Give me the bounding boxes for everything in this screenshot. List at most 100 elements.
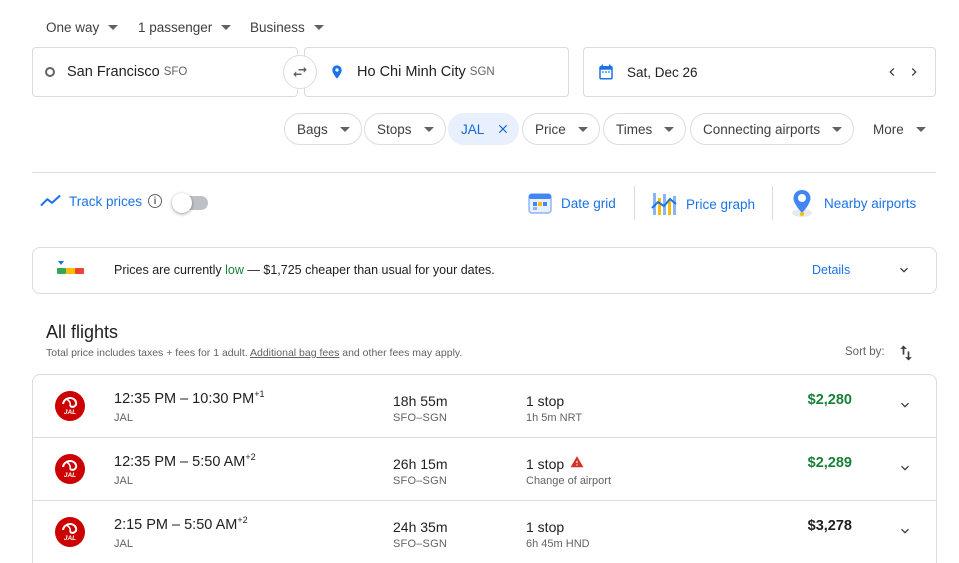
info-icon[interactable]: i — [148, 194, 163, 208]
price-graph-icon — [651, 193, 677, 215]
nearby-airports-button[interactable]: Nearby airports — [789, 188, 916, 218]
caret-down-icon — [313, 25, 324, 30]
chevron-down-icon[interactable] — [897, 523, 913, 539]
sort-icon — [900, 345, 912, 361]
destination-field[interactable]: Ho Chi Minh City SGN — [304, 47, 569, 97]
flight-row[interactable]: JAL 12:35 PM – 10:30 PM+1 JAL 18h 55m SF… — [33, 375, 936, 438]
flight-times: 12:35 PM – 5:50 AM+2 — [114, 452, 256, 470]
flight-times-text: 12:35 PM – 5:50 AM — [114, 454, 246, 470]
day-offset: +2 — [237, 515, 248, 525]
filter-bags-label: Bags — [297, 121, 328, 137]
cabin-class-select[interactable]: Business — [250, 16, 324, 38]
insight-prefix: Prices are currently — [114, 263, 226, 277]
date-grid-label: Date grid — [561, 195, 616, 211]
filter-more[interactable]: More — [860, 113, 938, 145]
previous-date-button[interactable] — [884, 64, 900, 80]
nearby-airports-icon — [792, 190, 812, 217]
divider — [32, 172, 936, 173]
caret-down-icon — [339, 127, 350, 132]
filter-airline-jal[interactable]: JAL — [448, 113, 520, 145]
flight-row[interactable]: JAL 2:15 PM – 5:50 AM+2 JAL 24h 35m SFO–… — [33, 501, 936, 563]
filter-connecting-airports[interactable]: Connecting airports — [690, 113, 855, 145]
airline-name: JAL — [114, 475, 133, 487]
sort-label: Sort by: — [845, 346, 885, 358]
airline-name: JAL — [114, 538, 133, 550]
flight-times: 12:35 PM – 10:30 PM+1 — [114, 389, 265, 407]
circle-origin-icon — [45, 67, 55, 77]
cabin-class-label: Business — [250, 19, 305, 35]
filter-price-label: Price — [535, 121, 566, 137]
flight-price: $3,278 — [807, 518, 852, 534]
location-pin-icon — [332, 65, 342, 79]
price-insight-text: Prices are currently low — $1,725 cheape… — [114, 263, 495, 277]
divider — [772, 186, 773, 220]
flight-price: $2,280 — [807, 392, 852, 408]
caret-down-icon — [915, 127, 926, 132]
stop-detail: 6h 45m HND — [526, 538, 590, 550]
details-link[interactable]: Details — [812, 263, 850, 277]
swap-airports-button[interactable] — [283, 55, 317, 89]
flight-duration: 24h 35m — [393, 519, 448, 535]
divider — [634, 186, 635, 220]
stops-count: 1 stop — [526, 393, 565, 409]
calendar-icon — [599, 64, 613, 80]
destination-city: Ho Chi Minh City — [357, 64, 466, 80]
date-grid-button[interactable]: Date grid — [527, 190, 616, 216]
stops-count: 1 stop — [526, 456, 565, 472]
track-prices[interactable]: Track prices i — [40, 193, 163, 209]
trip-type-label: One way — [46, 19, 100, 35]
price-note-prefix: Total price includes taxes + fees for 1 … — [46, 347, 250, 359]
origin-field[interactable]: San Francisco SFO — [32, 47, 298, 97]
passengers-select[interactable]: 1 passenger — [138, 16, 232, 38]
day-offset: +2 — [245, 452, 256, 462]
stop-detail: Change of airport — [526, 475, 611, 487]
filter-stops[interactable]: Stops — [364, 113, 446, 145]
svg-text:JAL: JAL — [64, 472, 76, 479]
filter-bags[interactable]: Bags — [284, 113, 362, 145]
filter-times[interactable]: Times — [603, 113, 687, 145]
sort-button[interactable] — [896, 343, 916, 363]
flight-duration: 26h 15m — [393, 456, 448, 472]
chevron-down-icon[interactable] — [896, 262, 912, 278]
chevron-right-icon — [911, 68, 917, 76]
caret-down-icon — [577, 127, 588, 132]
filter-airline-label: JAL — [461, 121, 485, 137]
chevron-down-icon[interactable] — [897, 460, 913, 476]
departure-date-field[interactable]: Sat, Dec 26 — [583, 47, 936, 97]
nearby-airports-label: Nearby airports — [824, 195, 917, 211]
caret-down-icon — [221, 25, 232, 30]
bag-fees-link[interactable]: Additional bag fees — [250, 347, 339, 359]
swap-icon — [293, 66, 307, 78]
remove-filter-button[interactable] — [496, 122, 510, 136]
price-insight-card[interactable]: Prices are currently low — $1,725 cheape… — [32, 247, 937, 294]
filter-more-label: More — [873, 121, 904, 137]
flight-times-text: 2:15 PM – 5:50 AM — [114, 517, 238, 533]
track-prices-toggle[interactable] — [172, 193, 208, 213]
date-grid-icon — [528, 193, 552, 214]
destination-code: SGN — [469, 66, 495, 78]
price-note-suffix: and other fees may apply. — [339, 347, 463, 359]
caret-down-icon — [108, 25, 119, 30]
stop-detail: 1h 5m NRT — [526, 412, 583, 424]
price-graph-label: Price graph — [686, 196, 756, 212]
jal-logo-icon: JAL — [55, 517, 85, 547]
toggle-knob — [172, 193, 192, 213]
passengers-label: 1 passenger — [138, 19, 213, 35]
next-date-button[interactable] — [906, 64, 922, 80]
trending-icon — [40, 194, 61, 207]
flight-times: 2:15 PM – 5:50 AM+2 — [114, 515, 248, 533]
caret-down-icon — [423, 127, 434, 132]
filter-price[interactable]: Price — [522, 113, 600, 145]
svg-text:JAL: JAL — [64, 535, 76, 542]
svg-text:JAL: JAL — [64, 409, 76, 416]
trip-type-select[interactable]: One way — [46, 16, 119, 38]
chevron-down-icon[interactable] — [897, 397, 913, 413]
price-graph-button[interactable]: Price graph — [650, 190, 755, 218]
flight-times-text: 12:35 PM – 10:30 PM — [114, 391, 255, 407]
filter-times-label: Times — [616, 121, 653, 137]
stops-count: 1 stop — [526, 519, 565, 535]
flight-row[interactable]: JAL 12:35 PM – 5:50 AM+2 JAL 26h 15m SFO… — [33, 438, 936, 501]
jal-logo-icon: JAL — [55, 391, 85, 421]
chevron-left-icon — [889, 68, 895, 76]
caret-down-icon — [664, 127, 675, 132]
